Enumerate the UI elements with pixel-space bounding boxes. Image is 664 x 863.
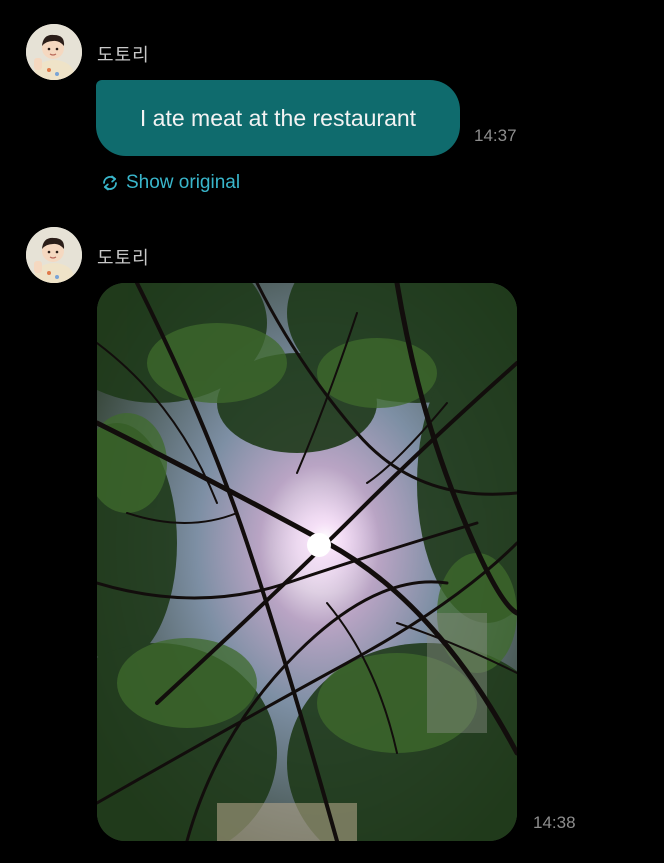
photo-attachment[interactable] bbox=[97, 283, 517, 841]
show-original-link[interactable]: Show original bbox=[100, 172, 240, 194]
photo-timestamp: 14:38 bbox=[533, 813, 576, 832]
sender-avatar[interactable] bbox=[26, 24, 82, 80]
translate-refresh-icon bbox=[103, 175, 117, 191]
user-avatar-icon bbox=[26, 227, 82, 283]
sender-avatar[interactable] bbox=[26, 227, 82, 283]
message-bubble[interactable]: I ate meat at the restaurant bbox=[96, 80, 460, 156]
message-text: I ate meat at the restaurant bbox=[139, 104, 417, 131]
sender-name: 도토리 bbox=[97, 45, 150, 66]
show-original-label: Show original bbox=[126, 172, 241, 193]
photo-trees-sunlight-icon bbox=[97, 283, 517, 841]
message-timestamp: 14:37 bbox=[474, 126, 517, 145]
user-avatar-icon bbox=[26, 24, 82, 80]
sender-name: 도토리 bbox=[97, 248, 150, 269]
